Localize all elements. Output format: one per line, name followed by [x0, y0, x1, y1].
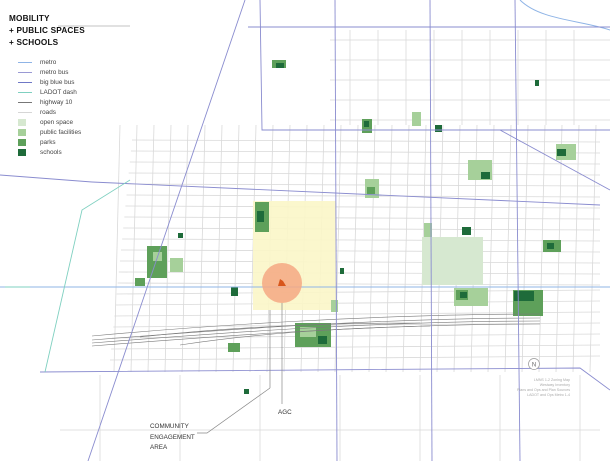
legend-swatch [18, 149, 26, 157]
public-space-parcel [331, 300, 338, 312]
legend-line-symbol [18, 112, 32, 114]
legend-line-symbol [18, 91, 32, 93]
legend-line-symbol [18, 101, 32, 103]
legend-item: open space [18, 118, 81, 128]
legend-label: roads [40, 109, 56, 117]
legend-item: LADOT dash [18, 87, 81, 97]
public-space-parcel [547, 243, 554, 249]
public-space-parcel [228, 343, 240, 352]
source-line: LADOT and Ops Metro 1-4 [527, 393, 570, 397]
site-label: AGC [278, 409, 292, 416]
legend-label: big blue bus [40, 78, 75, 86]
north-arrow: N [528, 358, 540, 370]
legend-swatch [18, 129, 26, 137]
public-space-parcel [462, 227, 471, 235]
legend-line-symbol [18, 81, 32, 83]
area-callout [197, 310, 271, 434]
public-space-parcel [231, 287, 238, 296]
public-space-parcel [257, 211, 264, 222]
public-space-parcel [481, 172, 490, 179]
road [351, 124, 359, 373]
road [119, 260, 601, 264]
legend-label: public facilities [40, 129, 82, 137]
public-space-parcel [412, 112, 421, 126]
legend-item: public facilities [18, 128, 81, 138]
legend-label: highway 10 [40, 98, 73, 106]
public-space-parcel [318, 336, 327, 344]
engagement-area-label-line-3: AREA [150, 444, 168, 451]
engagement-area-label-line-1: COMMUNITY [150, 423, 189, 430]
legend-line-symbol [18, 71, 32, 73]
road [122, 238, 601, 242]
road [129, 161, 601, 165]
north-marker-label: N [532, 363, 536, 369]
road [126, 194, 601, 198]
public-space-parcel [460, 292, 467, 298]
road [131, 139, 601, 143]
map-title-line-2: + PUBLIC SPACES [9, 26, 85, 35]
map-legend: metro metro bus big blue bus LADOT dash high… [18, 57, 81, 158]
legend-item: big blue bus [18, 77, 81, 87]
legend-label: metro bus [40, 68, 69, 76]
legend-label: parks [40, 139, 56, 147]
public-space-parcel [557, 149, 566, 156]
legend-line-symbol [18, 61, 32, 63]
legend-swatch [18, 119, 26, 127]
map-title-line-1: MOBILITY [9, 14, 50, 23]
public-space-parcel [340, 268, 344, 274]
legend-item: roads [18, 107, 81, 117]
source-credits: LMNS 1-2 Zoning Map Westway Inventory Plan… [470, 378, 570, 398]
road [109, 355, 601, 361]
legend-item: highway 10 [18, 97, 81, 107]
road [368, 124, 376, 373]
engagement-area-label-line-2: ENGAGEMENT [150, 433, 195, 441]
public-space-parcel [535, 80, 539, 86]
public-space-parcel [178, 233, 183, 238]
road [113, 124, 121, 373]
road [128, 172, 601, 176]
road [111, 344, 601, 350]
public-space-parcel [244, 389, 249, 394]
public-space-parcel [514, 291, 534, 301]
road [124, 216, 601, 220]
legend-item: schools [18, 148, 81, 158]
legend-item: metro bus [18, 67, 81, 77]
road [402, 124, 410, 373]
public-space-parcel [135, 278, 145, 286]
legend-label: metro [40, 58, 57, 66]
road [385, 124, 393, 373]
public-space-parcel [435, 125, 442, 132]
road [572, 124, 580, 373]
public-space-parcel [367, 187, 375, 194]
road [127, 183, 601, 187]
engagement-area-label: COMMUNITY ENGAGEMENT AREA [150, 422, 195, 454]
road [118, 271, 601, 275]
legend-item: parks [18, 138, 81, 148]
public-space-parcel [147, 246, 167, 278]
road [120, 249, 601, 253]
legend-label: open space [40, 119, 74, 127]
road [117, 282, 601, 286]
public-space-parcel [276, 63, 284, 68]
dash-lines [5, 179, 131, 373]
road [123, 227, 601, 231]
public-space-parcel [170, 258, 183, 272]
public-space-parcel [364, 121, 369, 127]
road [125, 205, 601, 209]
road [589, 124, 597, 373]
legend-label: LADOT dash [40, 88, 77, 96]
legend-swatch [18, 139, 26, 147]
map-title-line-3: + SCHOOLS [9, 38, 59, 47]
legend-item: metro [18, 57, 81, 67]
legend-label: schools [40, 149, 62, 157]
road [130, 150, 601, 154]
